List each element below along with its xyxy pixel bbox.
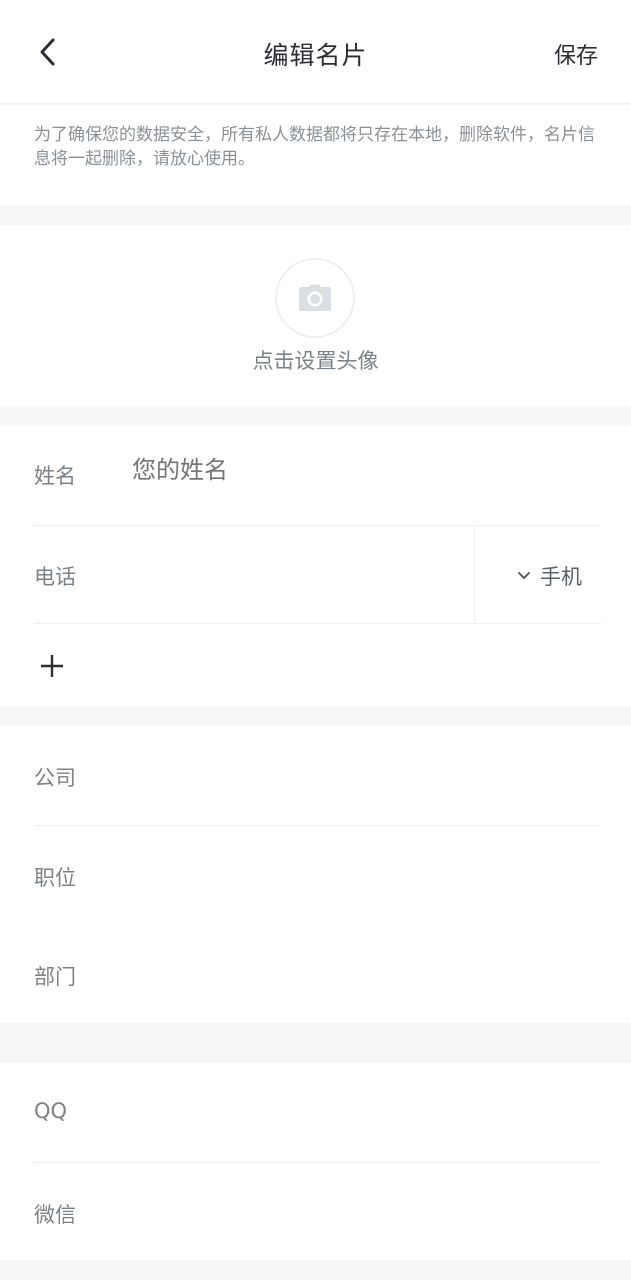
name-label: 姓名 [34,464,76,488]
work-section: 公司 职位 部门 [0,726,631,1023]
avatar-upload-button[interactable] [275,258,355,338]
save-button[interactable]: 保存 [554,38,598,70]
add-phone-button[interactable] [38,652,66,680]
vertical-divider [474,526,475,624]
position-row: 职位 [0,826,631,925]
phone-type-label: 手机 [540,565,582,589]
chevron-left-icon [40,38,55,66]
wechat-row: 微信 [0,1163,631,1262]
wechat-input[interactable] [132,1193,572,1233]
company-label: 公司 [34,766,76,790]
phone-type-select[interactable]: 手机 [516,561,582,591]
phone-row: 电话 手机 [0,526,631,625]
name-row: 姓名 [0,426,631,525]
qq-row: QQ [0,1063,631,1162]
department-label: 部门 [34,965,76,989]
back-button[interactable] [28,32,68,72]
company-row: 公司 [0,726,631,825]
position-label: 职位 [34,866,76,890]
camera-icon [299,284,331,311]
phone-input[interactable] [132,556,452,596]
contact-section: 姓名 电话 手机 [0,426,631,706]
privacy-notice: 为了确保您的数据安全，所有私人数据都将只存在本地，删除软件，名片信息将一起删除，… [0,105,631,205]
position-input[interactable] [132,856,572,896]
qq-label: QQ [34,1099,68,1123]
department-row: 部门 [0,925,631,1024]
page-title: 编辑名片 [263,41,368,70]
name-input[interactable] [132,456,572,484]
avatar-label[interactable]: 点击设置头像 [0,345,631,375]
divider [34,623,601,624]
phone-label: 电话 [34,565,76,589]
department-input[interactable] [132,955,572,995]
qq-input[interactable] [132,1093,572,1133]
chevron-down-icon [518,572,530,579]
wechat-label: 微信 [34,1203,76,1227]
top-bar: 编辑名片 保存 [0,0,631,104]
social-section: QQ 微信 [0,1063,631,1260]
plus-icon [41,655,63,677]
company-input[interactable] [132,756,572,796]
avatar-section: 点击设置头像 [0,225,631,406]
